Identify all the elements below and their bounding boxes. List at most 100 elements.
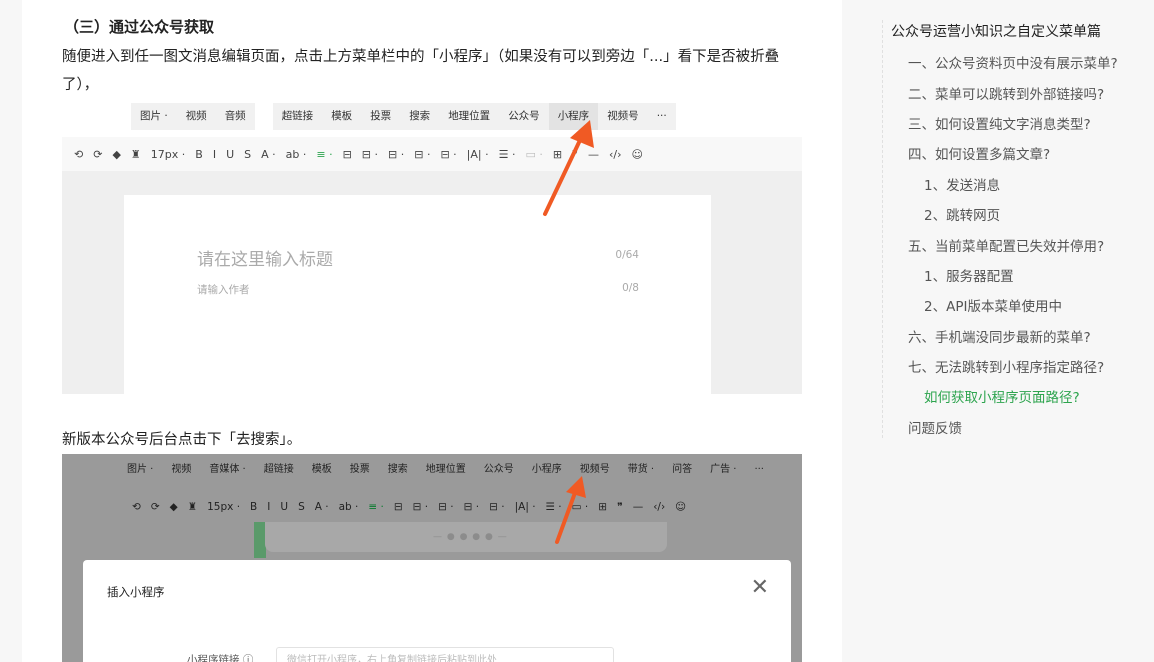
close-icon: ✕ [750,575,769,600]
menu-item-12: 问答 [672,464,693,475]
toolbar-icon-17: |A| · [514,501,536,513]
toc-item[interactable]: 如何获取小程序页面路径? [924,386,1080,406]
toolbar-icon-14: ⊟ · [438,501,454,513]
toolbar-icon-18: ☰ · [498,147,516,161]
toolbar-icon-13: ⊟ · [361,147,379,161]
menu-item-1: 视频 [171,464,192,475]
toolbar-icon-23: ‹/› [653,501,666,513]
toolbar-icon-17: |A| · [466,147,489,161]
toolbar-icon-8: S [298,501,305,513]
miniprogram-link-input: 微信打开小程序，右上角复制链接后粘贴到此处 [276,647,614,662]
toolbar-icon-12: ⊟ [393,501,403,513]
toolbar-icon-11: ≡ · [368,501,384,513]
menu-item-1: 视频 [185,110,207,122]
editor-toolbar: ⟲ ⟳ ◆ ♜ 17px · B I U S A · ab · ≡ · ⊟ ⊟ · ⊟ · ⊟ · ⊟ · |A|… [62,137,802,171]
menu-item-5: 投票 [349,464,370,475]
editor-menubar: 图片 · 视频 音频 超链接 模板 投票 搜索 地理位置 公众号 小程序 视频号 ··· [131,103,694,130]
author-count: 0/8 [622,282,639,294]
editor-toolbar: ⟲ ⟳ ◆ ♜ 15px · B I U S A · ab · ≡ · ⊟ ⊟ · ⊟ · ⊟ · ⊟ · |A|… [132,492,696,522]
dialog-title: 插入小程序 [107,585,165,599]
menu-item-7: 地理位置 [425,464,466,475]
toolbar-icon-23: ‹/› [609,147,622,161]
toolbar-icon-2: ◆ [112,147,121,161]
toolbar-icon-5: B [195,147,203,161]
title-count: 0/64 [615,249,639,261]
toolbar-icon-2: ◆ [169,501,178,513]
menu-item-0: 图片 · [127,464,154,475]
screenshot-new-editor: 图片 · 视频 音媒体 · 超链接 模板 投票 搜索 地理位置 公众号 小程序 视频号 带货 · 问答广… [62,454,802,662]
screenshot-editor: 图片 · 视频 音频 超链接 模板 投票 搜索 地理位置 公众号 小程序 视频号 ··· ⟲ ⟳ ◆ ♜ 1… [62,103,802,394]
toc-item[interactable]: 五、当前菜单配置已失效并停用? [908,235,1104,255]
toc-item[interactable]: 一、公众号资料页中没有展示菜单? [908,52,1118,72]
popup-dots: — ● ● ● ● — [433,532,508,542]
toolbar-icon-10: ab · [285,147,307,161]
toolbar-icon-3: ♜ [187,501,198,513]
menu-item-2: 音媒体 · [209,464,246,475]
menu-item-4: 模板 [311,464,332,475]
menu-group-insert: 超链接 模板 投票 搜索 地理位置 公众号 小程序 视频号 ··· [272,103,676,130]
toolbar-icon-21: ❞ [617,501,623,513]
toolbar-icon-15: ⊟ · [463,501,480,513]
author-placeholder: 请输入作者 [197,284,250,296]
toolbar-icon-7: U [280,501,289,513]
article-content: （三）通过公众号获取 随便进入到任一图文消息编辑页面，点击上方菜单栏中的「小程序… [22,0,842,662]
toolbar-icon-16: ⊟ · [489,501,505,513]
toolbar-icon-9: A · [261,147,276,161]
section-heading: （三）通过公众号获取 [64,18,215,36]
paragraph: 新版本公众号后台点击下「去搜索」。 [62,432,302,448]
menu-item-11: 带货 · [627,464,655,475]
toolbar-icon-16: ⊟ · [440,147,457,161]
toolbar-icon-9: A · [314,501,329,513]
toolbar-icon-6: I [212,147,217,161]
menu-item-3: 搜索 [409,110,431,122]
editor-area: 请在这里输入标题 0/64 请输入作者 0/8 [62,171,802,394]
toolbar-icon-4: 15px · [207,501,241,513]
toolbar-icon-20: ⊞ [598,501,608,513]
editor-paper: 请在这里输入标题 0/64 请输入作者 0/8 [124,195,711,394]
toolbar-icon-0: ⟲ [74,147,84,161]
toc-item[interactable]: 六、手机端没同步最新的菜单? [908,326,1091,346]
toolbar-icon-1: ⟳ [150,501,160,513]
toc-item[interactable]: 2、API版本菜单使用中 [924,295,1062,315]
toolbar-icon-0: ⟲ [132,501,141,513]
toolbar-icon-15: ⊟ · [414,147,431,161]
menu-item-14: ··· [754,464,764,475]
menu-item-0: 超链接 [281,110,314,122]
toolbar-icon-24: ☺ [631,147,643,161]
toolbar-icon-6: I [267,501,271,513]
toolbar-icon-3: ♜ [130,147,141,161]
toolbar-icon-5: B [250,501,258,513]
menu-item-2: 投票 [370,110,392,122]
arrow-icon [543,120,594,216]
toc-item[interactable]: 四、如何设置多篇文章? [908,143,1050,163]
toolbar-icon-24: ☺ [675,501,687,513]
title-placeholder: 请在这里输入标题 [197,250,333,270]
toc-item[interactable]: 1、发送消息 [924,174,1000,194]
menu-item-4: 地理位置 [448,110,491,122]
toolbar-icon-11: ≡ · [316,147,333,161]
menu-item-2: 音频 [224,110,246,122]
toc-item[interactable]: 七、无法跳转到小程序指定路径? [908,356,1104,376]
toolbar-icon-4: 17px · [150,147,186,161]
menu-item-1: 模板 [331,110,353,122]
toc-item[interactable]: 1、服务器配置 [924,265,1014,285]
menu-item-3: 超链接 [263,464,294,475]
toolbar-icon-22: — [632,501,644,513]
menu-item-8: 公众号 [483,464,514,475]
toolbar-icon-13: ⊟ · [412,501,429,513]
toc-item[interactable]: 三、如何设置纯文字消息类型? [908,113,1091,133]
toolbar-icon-12: ⊟ [342,147,352,161]
menu-item-8: ··· [656,110,667,122]
toc-item[interactable]: 二、菜单可以跳转到外部链接吗? [908,83,1104,103]
toc-item[interactable]: 2、跳转网页 [924,204,1000,224]
editor-menubar: 图片 · 视频 音媒体 · 超链接 模板 投票 搜索 地理位置 公众号 小程序 视频号 带货 · 问答广… [118,458,773,482]
toolbar-icon-1: ⟳ [93,147,103,161]
toolbar-icon-8: S [244,147,252,161]
menu-item-0: 图片 · [140,110,168,122]
toc-item[interactable]: 问题反馈 [908,417,962,437]
popup-panel: — ● ● ● ● — [265,522,667,552]
arrow-icon [555,476,586,544]
toolbar-icon-14: ⊟ · [388,147,405,161]
toolbar-icon-7: U [226,147,235,161]
insert-miniprogram-dialog: 插入小程序 ✕ 小程序链接 ⓘ 微信打开小程序，右上角复制链接后粘贴到此处 [83,560,791,662]
